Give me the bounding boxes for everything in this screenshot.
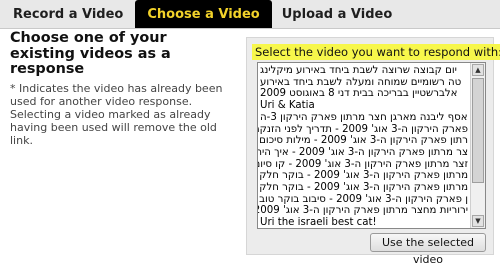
tab-choose-video[interactable]: Choose a Video	[135, 0, 272, 28]
tab-record-video[interactable]: Record a Video	[0, 0, 135, 28]
video-option[interactable]: Uri the israeli best cat!	[258, 217, 470, 228]
video-option[interactable]: Uri & Katia	[258, 100, 470, 112]
scroll-up-arrow-icon[interactable]: ▲	[472, 64, 484, 76]
scroll-thumb[interactable]	[472, 78, 484, 183]
video-option[interactable]: זצר מרתון פארק הירקון ה-3 אוג' 2009 - קו…	[258, 159, 470, 171]
video-option[interactable]: רתון פארק הירקון ה-3 אוג' 2009 - מילות ס…	[258, 135, 470, 147]
video-option[interactable]: מרתון פארק הירקון ה-3 אוג' 2009 - בוקר ח…	[258, 182, 470, 194]
video-option[interactable]: פארק הירקון ה-3 אוג' 2009 - תדריך לפני ה…	[258, 124, 470, 136]
instructions: Choose one of your existing videos as a …	[10, 30, 235, 147]
video-option[interactable]: ירוריות מחצר מרתון פארק הירקון ה-3 אוג' …	[258, 205, 470, 217]
video-option[interactable]: טה רשומיים שמוחה ומעלה לשבת ביחד באירוע	[258, 77, 470, 89]
video-list: יום קבוצה שרוצה לשבת ביחד באירוע מיקלינג…	[258, 65, 470, 228]
used-video-note: * Indicates the video has already been u…	[10, 81, 223, 147]
tab-bar: Record a Video Choose a Video Upload a V…	[0, 0, 500, 29]
listbox-scrollbar[interactable]: ▲ ▼	[470, 63, 485, 228]
tab-upload-video[interactable]: Upload a Video	[272, 0, 403, 28]
use-selected-video-button[interactable]: Use the selected video	[370, 233, 486, 266]
video-listbox[interactable]: יום קבוצה שרוצה לשבת ביחד באירוע מיקלינג…	[257, 62, 486, 229]
panel-title: Select the video you want to respond wit…	[252, 44, 500, 60]
video-option[interactable]: מרתון פארק הירקון ה-3 אוג' 2009 - בוקר ח…	[258, 170, 470, 182]
video-option[interactable]: אלברשטיין בבריכה בבית דני 8 באוגוסט 2009	[258, 88, 470, 100]
video-option[interactable]: אסף ליבנה מארגן חצר מרתון פארק הירקון 3-…	[258, 112, 470, 124]
video-select-panel: Select the video you want to respond wit…	[246, 37, 500, 266]
scroll-down-arrow-icon[interactable]: ▼	[472, 215, 484, 227]
page-heading: Choose one of your existing videos as a …	[10, 30, 171, 77]
video-option[interactable]: יום קבוצה שרוצה לשבת ביחד באירוע מיקלינג	[258, 65, 470, 77]
video-option[interactable]: ן פארק הירקון ה-3 אוג' 2009 - סיבוב בוקר…	[258, 194, 470, 206]
video-option[interactable]: צר מרתון פארק הירקון ה-3 אוג' 2009 - איך…	[258, 147, 470, 159]
